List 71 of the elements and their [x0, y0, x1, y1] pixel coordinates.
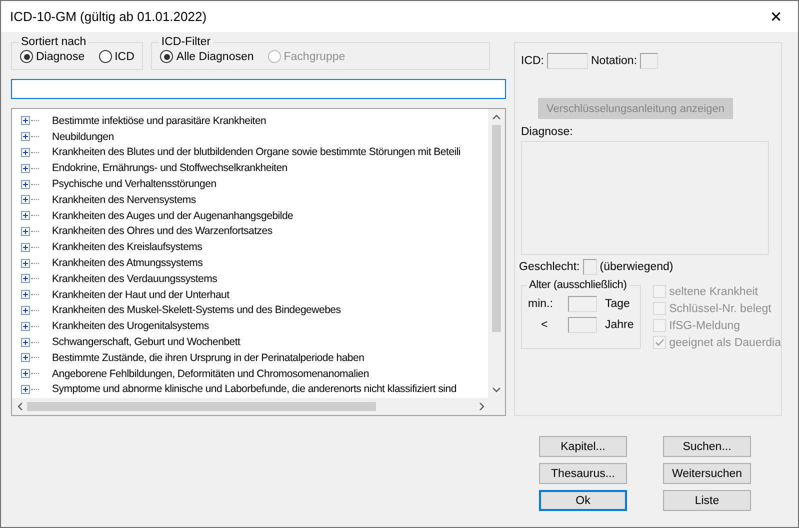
dialog-button[interactable]: Thesaurus... — [539, 463, 627, 484]
window-title: ICD-10-GM (gültig ab 01.01.2022) — [10, 9, 207, 24]
dialog-button[interactable]: Ok — [539, 490, 627, 511]
expand-icon[interactable] — [21, 148, 30, 157]
tree-item[interactable]: Endokrine, Ernährungs- und Stoffwechselkrankheiten — [52, 162, 288, 174]
expand-icon[interactable] — [21, 242, 30, 252]
dialog-button[interactable]: Weitersuchen — [663, 463, 751, 484]
tree-item[interactable]: Krankheiten des Verdauungssystems — [52, 272, 218, 285]
age-field[interactable] — [568, 317, 597, 333]
scroll-up-icon[interactable] — [492, 114, 501, 120]
icd-field[interactable] — [547, 53, 588, 69]
field-label: ICD: — [521, 55, 544, 67]
tree-item[interactable]: Angeborene Fehlbildungen, Deformitäten und Chromosomenanomalien — [52, 368, 369, 380]
radio-option[interactable]: Diagnose — [20, 50, 85, 63]
dialog-button[interactable]: Suchen... — [663, 436, 751, 457]
group-legend: ICD-Filter — [159, 36, 213, 48]
expand-icon[interactable] — [21, 226, 30, 236]
expand-icon[interactable] — [21, 290, 30, 300]
tree-item[interactable]: Krankheiten des Blutes und der blutbildenden Organe sowie bestimmte Störungen mit Beteili — [52, 146, 461, 158]
scroll-down-icon[interactable] — [492, 387, 501, 393]
tree-item[interactable]: Symptome und abnorme klinische und Laborbefunde, die anderenorts nicht klassifiziert sind — [52, 383, 456, 396]
group-legend: Sortiert nach — [19, 36, 88, 48]
field-label: < — [540, 319, 549, 331]
tree-item[interactable]: Krankheiten der Haut und der Unterhaut — [52, 288, 230, 301]
scroll-left-icon[interactable] — [17, 402, 23, 411]
expand-icon[interactable] — [21, 369, 30, 378]
expand-icon[interactable] — [21, 211, 30, 220]
tree-item[interactable]: Schwangerschaft, Geburt und Wochenbett — [52, 336, 240, 348]
expand-icon[interactable] — [21, 195, 30, 204]
radio-option[interactable]: Alle Diagnosen — [160, 50, 254, 63]
field-label: (überwiegend) — [600, 261, 674, 273]
field-label: Diagnose: — [521, 126, 574, 138]
expand-icon[interactable] — [21, 274, 30, 284]
notation-field[interactable] — [640, 53, 658, 69]
tree-item[interactable]: Krankheiten des Atmungssystems — [52, 257, 203, 270]
expand-icon[interactable] — [21, 322, 30, 331]
dialog-button[interactable]: Liste — [663, 490, 751, 511]
expand-icon[interactable] — [21, 306, 30, 315]
tree-item[interactable]: Neubildungen — [52, 130, 114, 143]
expand-icon[interactable] — [21, 132, 30, 142]
field-label: min.: — [528, 298, 554, 310]
expand-icon[interactable] — [21, 180, 30, 189]
tree-item[interactable]: Krankheiten des Kreislaufsystems — [52, 241, 202, 254]
tree-item[interactable]: Bestimmte infektiöse und parasitäre Krankheiten — [52, 114, 266, 127]
scroll-right-icon[interactable] — [479, 402, 485, 411]
radio-option[interactable]: ICD — [98, 50, 134, 63]
tree-item[interactable]: Krankheiten des Auges und der Augenanhangsgebilde — [52, 210, 294, 222]
expand-icon[interactable] — [21, 384, 30, 394]
tree-item[interactable]: Krankheiten des Ohres und des Warzenfortsatzes — [52, 225, 272, 238]
vertical-scrollbar[interactable] — [488, 109, 505, 398]
expand-icon[interactable] — [21, 338, 30, 347]
unit-label: Jahre — [605, 319, 634, 331]
dialog-button[interactable]: Kapitel... — [539, 436, 627, 457]
tree-item[interactable]: Krankheiten des Urogenitalsystems — [52, 320, 209, 332]
tree-item[interactable]: Krankheiten des Nervensystems — [52, 194, 196, 206]
group-legend: Alter (ausschließlich) — [527, 279, 629, 291]
expand-icon[interactable] — [21, 258, 30, 268]
field-label: Notation: — [591, 55, 638, 67]
search-field[interactable] — [11, 79, 506, 99]
expand-icon[interactable] — [21, 116, 30, 126]
tree-item[interactable]: Bestimmte Zustände, die ihren Ursprung in der Perinatalperiode haben — [52, 352, 364, 364]
sex-field[interactable] — [582, 259, 597, 275]
age-field[interactable] — [568, 296, 597, 312]
expand-icon[interactable] — [21, 164, 30, 173]
close-button[interactable]: ✕ — [754, 1, 798, 32]
unit-label: Tage — [605, 298, 630, 310]
tree-item[interactable]: Psychische und Verhaltensstörungen — [52, 178, 216, 190]
horizontal-scrollbar[interactable] — [12, 398, 505, 415]
field-label: Geschlecht: — [519, 261, 580, 273]
expand-icon[interactable] — [21, 353, 30, 362]
tree-item[interactable]: Krankheiten des Muskel-Skelett-Systems und des Bindegewebes — [52, 304, 341, 316]
